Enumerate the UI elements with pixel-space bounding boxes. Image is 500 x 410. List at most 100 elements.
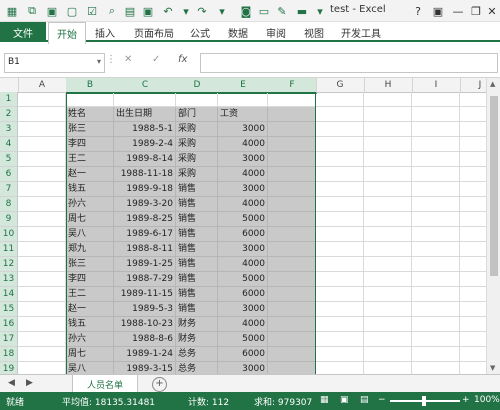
row-header[interactable]: 8 bbox=[0, 197, 18, 212]
cell-b12[interactable]: 张三 bbox=[66, 257, 114, 272]
worksheet-grid[interactable]: ABCDEFGHIJ 1 2 姓名 出生日期 部门 工资 3 张三 1988-5-1 采购 3000… bbox=[0, 78, 494, 374]
customize-icon[interactable]: ▾ bbox=[312, 3, 328, 19]
cell-c18[interactable]: 1989-1-24 bbox=[114, 347, 176, 362]
cell-e17[interactable]: 5000 bbox=[218, 332, 268, 347]
cell-i14[interactable] bbox=[412, 287, 460, 302]
cell-a8[interactable] bbox=[18, 197, 66, 212]
cell-e6[interactable]: 4000 bbox=[218, 167, 268, 182]
next-sheet-icon[interactable]: ▶ bbox=[26, 378, 33, 388]
cell-e4[interactable]: 4000 bbox=[218, 137, 268, 152]
tab-review[interactable]: 审阅 bbox=[260, 22, 292, 42]
cell-h19[interactable] bbox=[364, 362, 412, 374]
cell-g14[interactable] bbox=[316, 287, 364, 302]
enter-icon[interactable]: ✓ bbox=[152, 54, 160, 65]
cell-d16[interactable]: 财务 bbox=[176, 317, 218, 332]
cell-e3[interactable]: 3000 bbox=[218, 122, 268, 137]
cell-a6[interactable] bbox=[18, 167, 66, 182]
cell-e2[interactable]: 工资 bbox=[218, 107, 268, 122]
cell-h4[interactable] bbox=[364, 137, 412, 152]
cell-g11[interactable] bbox=[316, 242, 364, 257]
cell-g2[interactable] bbox=[316, 107, 364, 122]
cell-a9[interactable] bbox=[18, 212, 66, 227]
row-header[interactable]: 11 bbox=[0, 242, 18, 257]
cell-f3[interactable] bbox=[268, 122, 316, 137]
formula-input[interactable] bbox=[200, 53, 498, 73]
zoom-level[interactable]: 100% bbox=[474, 395, 500, 405]
cell-e16[interactable]: 4000 bbox=[218, 317, 268, 332]
cell-e12[interactable]: 4000 bbox=[218, 257, 268, 272]
cell-e15[interactable]: 3000 bbox=[218, 302, 268, 317]
normal-view-icon[interactable]: ▦ bbox=[320, 395, 329, 405]
zoom-in-icon[interactable]: + bbox=[462, 395, 470, 405]
cell-h2[interactable] bbox=[364, 107, 412, 122]
row-header[interactable]: 2 bbox=[0, 107, 18, 122]
column-header-a[interactable]: A bbox=[18, 78, 67, 92]
print-preview-icon[interactable]: ⌕ bbox=[104, 3, 120, 19]
cell-f17[interactable] bbox=[268, 332, 316, 347]
cell-c4[interactable]: 1989-2-4 bbox=[114, 137, 176, 152]
row-header[interactable]: 14 bbox=[0, 287, 18, 302]
cell-h12[interactable] bbox=[364, 257, 412, 272]
cell-a15[interactable] bbox=[18, 302, 66, 317]
select-all-corner[interactable] bbox=[0, 78, 19, 92]
cell-a12[interactable] bbox=[18, 257, 66, 272]
cell-d4[interactable]: 采购 bbox=[176, 137, 218, 152]
cell-b1[interactable] bbox=[66, 92, 114, 107]
cell-h16[interactable] bbox=[364, 317, 412, 332]
cell-g9[interactable] bbox=[316, 212, 364, 227]
scroll-thumb[interactable] bbox=[490, 96, 498, 276]
cell-d9[interactable]: 销售 bbox=[176, 212, 218, 227]
cell-b18[interactable]: 周七 bbox=[66, 347, 114, 362]
help-icon[interactable]: ? bbox=[408, 0, 428, 22]
cell-g18[interactable] bbox=[316, 347, 364, 362]
cell-f19[interactable] bbox=[268, 362, 316, 374]
cell-d11[interactable]: 销售 bbox=[176, 242, 218, 257]
cell-i5[interactable] bbox=[412, 152, 460, 167]
zoom-slider-handle[interactable] bbox=[422, 396, 426, 406]
cell-f5[interactable] bbox=[268, 152, 316, 167]
save-icon[interactable]: ▣ bbox=[44, 3, 60, 19]
cell-g4[interactable] bbox=[316, 137, 364, 152]
row-header[interactable]: 13 bbox=[0, 272, 18, 287]
cell-f7[interactable] bbox=[268, 182, 316, 197]
cell-c8[interactable]: 1989-3-20 bbox=[114, 197, 176, 212]
cell-a14[interactable] bbox=[18, 287, 66, 302]
cell-c17[interactable]: 1988-8-6 bbox=[114, 332, 176, 347]
cell-d8[interactable]: 销售 bbox=[176, 197, 218, 212]
cell-i1[interactable] bbox=[412, 92, 460, 107]
cell-a16[interactable] bbox=[18, 317, 66, 332]
cell-i10[interactable] bbox=[412, 227, 460, 242]
cell-a10[interactable] bbox=[18, 227, 66, 242]
cell-a5[interactable] bbox=[18, 152, 66, 167]
tab-data[interactable]: 数据 bbox=[222, 22, 254, 42]
cell-i2[interactable] bbox=[412, 107, 460, 122]
cell-d3[interactable]: 采购 bbox=[176, 122, 218, 137]
cell-a13[interactable] bbox=[18, 272, 66, 287]
cell-g16[interactable] bbox=[316, 317, 364, 332]
cell-e8[interactable]: 4000 bbox=[218, 197, 268, 212]
cell-f1[interactable] bbox=[268, 92, 316, 107]
cell-d12[interactable]: 销售 bbox=[176, 257, 218, 272]
cell-d6[interactable]: 采购 bbox=[176, 167, 218, 182]
cell-i4[interactable] bbox=[412, 137, 460, 152]
cell-b4[interactable]: 李四 bbox=[66, 137, 114, 152]
cell-b15[interactable]: 赵一 bbox=[66, 302, 114, 317]
cell-g5[interactable] bbox=[316, 152, 364, 167]
cell-f10[interactable] bbox=[268, 227, 316, 242]
cell-h6[interactable] bbox=[364, 167, 412, 182]
chevron-down-icon[interactable]: ▾ bbox=[214, 3, 230, 19]
cell-i19[interactable] bbox=[412, 362, 460, 374]
cell-g1[interactable] bbox=[316, 92, 364, 107]
cell-g12[interactable] bbox=[316, 257, 364, 272]
cell-a1[interactable] bbox=[18, 92, 66, 107]
cell-i6[interactable] bbox=[412, 167, 460, 182]
scroll-up-icon[interactable]: ▲ bbox=[490, 80, 495, 88]
cell-c7[interactable]: 1989-9-18 bbox=[114, 182, 176, 197]
cell-d5[interactable]: 采购 bbox=[176, 152, 218, 167]
cell-a19[interactable] bbox=[18, 362, 66, 374]
zoom-out-icon[interactable]: − bbox=[378, 395, 386, 405]
cell-h15[interactable] bbox=[364, 302, 412, 317]
disk-icon[interactable]: ▣ bbox=[140, 3, 156, 19]
cell-c10[interactable]: 1989-6-17 bbox=[114, 227, 176, 242]
column-header-i[interactable]: I bbox=[412, 78, 461, 92]
